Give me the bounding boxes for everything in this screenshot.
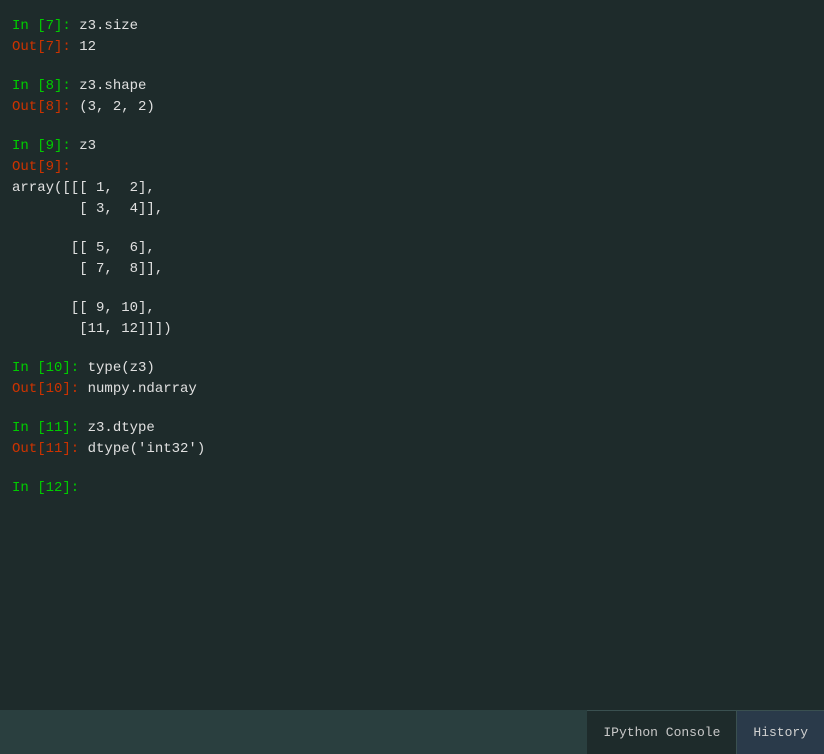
tab-ipython-label: IPython Console bbox=[603, 725, 720, 740]
out-prompt: Out[11]: bbox=[12, 441, 79, 457]
output-text: array([[[ 1, 2], bbox=[12, 178, 812, 199]
console-line bbox=[12, 280, 812, 298]
console-line: Out[8]: (3, 2, 2) bbox=[12, 97, 812, 118]
out-value: 12 bbox=[71, 39, 96, 55]
output-text: [11, 12]]]) bbox=[12, 319, 812, 340]
console-line: Out[10]: numpy.ndarray bbox=[12, 379, 812, 400]
console-line: In [11]: z3.dtype bbox=[12, 418, 812, 439]
output-text: [[ 9, 10], bbox=[12, 298, 812, 319]
out-prompt: Out[10]: bbox=[12, 381, 79, 397]
in-prompt: In [7]: bbox=[12, 18, 71, 34]
out-prompt: Out[9]: bbox=[12, 159, 71, 175]
console-line: In [8]: z3.shape bbox=[12, 76, 812, 97]
console-line: Out[11]: dtype('int32') bbox=[12, 439, 812, 460]
out-value: (3, 2, 2) bbox=[71, 99, 155, 115]
out-value: numpy.ndarray bbox=[79, 381, 197, 397]
console-line bbox=[12, 340, 812, 358]
in-prompt: In [12]: bbox=[12, 480, 79, 496]
console-line bbox=[12, 460, 812, 478]
in-prompt: In [10]: bbox=[12, 360, 79, 376]
out-prompt: Out[8]: bbox=[12, 99, 71, 115]
console-line: In [7]: z3.size bbox=[12, 16, 812, 37]
code-text: type(z3) bbox=[79, 360, 155, 376]
console-line bbox=[12, 118, 812, 136]
tab-ipython[interactable]: IPython Console bbox=[587, 710, 736, 754]
tab-history-label: History bbox=[753, 725, 808, 740]
out-value: dtype('int32') bbox=[79, 441, 205, 457]
bottom-bar: IPython Console History bbox=[0, 710, 824, 754]
in-prompt: In [9]: bbox=[12, 138, 71, 154]
code-text: z3.dtype bbox=[79, 420, 155, 436]
code-text: z3 bbox=[71, 138, 96, 154]
code-text: z3.shape bbox=[71, 78, 147, 94]
output-text: [ 7, 8]], bbox=[12, 259, 812, 280]
console-line bbox=[12, 58, 812, 76]
console-line bbox=[12, 400, 812, 418]
output-text: [ 3, 4]], bbox=[12, 199, 812, 220]
out-prompt: Out[7]: bbox=[12, 39, 71, 55]
console-line: In [12]: bbox=[12, 478, 812, 499]
console-line: In [10]: type(z3) bbox=[12, 358, 812, 379]
console-line: In [9]: z3 bbox=[12, 136, 812, 157]
console-line: Out[9]: bbox=[12, 157, 812, 178]
code-text: z3.size bbox=[71, 18, 138, 34]
console-line: Out[7]: 12 bbox=[12, 37, 812, 58]
console-line bbox=[12, 220, 812, 238]
tab-history[interactable]: History bbox=[737, 710, 824, 754]
output-text: [[ 5, 6], bbox=[12, 238, 812, 259]
in-prompt: In [11]: bbox=[12, 420, 79, 436]
console-area: In [7]: z3.sizeOut[7]: 12In [8]: z3.shap… bbox=[0, 0, 824, 710]
in-prompt: In [8]: bbox=[12, 78, 71, 94]
